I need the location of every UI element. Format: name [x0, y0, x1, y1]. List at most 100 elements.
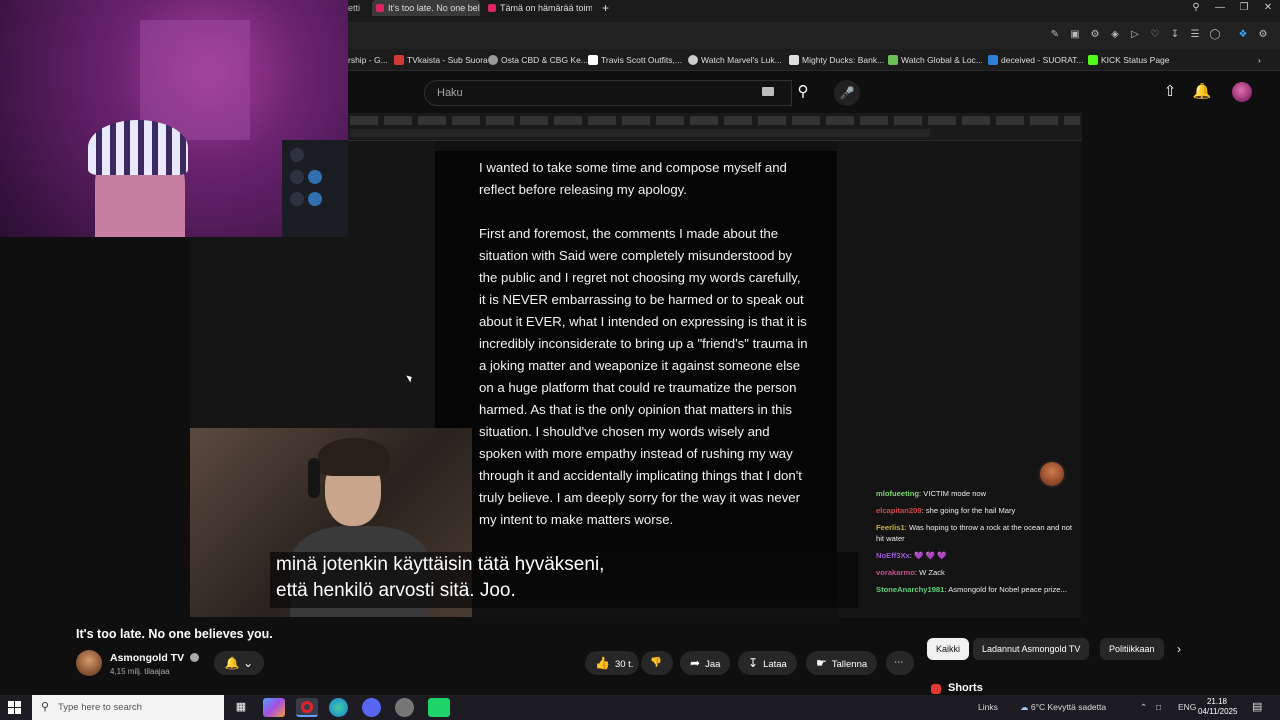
bookmark-item[interactable]: deceived - SUORAT...	[988, 52, 1084, 68]
restore-button[interactable]: ❐	[1232, 0, 1256, 16]
browser-tab-active[interactable]: It's too late. No one belie	[372, 0, 480, 16]
start-quad	[8, 708, 14, 714]
bookmark-item[interactable]: Osta CBD & CBG Ke...	[488, 52, 588, 68]
bookmark-item[interactable]: KICK Status Page	[1088, 52, 1170, 68]
microphone-icon[interactable]: 🎤	[834, 80, 860, 106]
browser-tab[interactable]: Tämä on hämärää toimin	[484, 0, 592, 16]
windows-start-icon[interactable]	[8, 701, 21, 714]
language-indicator[interactable]: ENG	[1178, 695, 1196, 720]
edge-app-icon[interactable]	[329, 698, 348, 717]
weather-widget[interactable]: ☁ 6°C Kevyttä sadetta	[1020, 695, 1106, 720]
extension-icon[interactable]: ◈	[1108, 28, 1122, 42]
channel-name[interactable]: Asmongold TV	[110, 652, 184, 664]
video-title: It's too late. No one believes you.	[76, 627, 273, 641]
save-button[interactable]: ☛ Tallenna	[806, 651, 878, 675]
browser-tab-strip: etti It's too late. No one belie Tämä on…	[348, 0, 1280, 22]
notifications-bell-icon[interactable]: 🔔	[1192, 82, 1212, 102]
shorts-heading: Shorts	[948, 682, 983, 694]
channel-watermark-avatar[interactable]	[1038, 460, 1066, 488]
search-tabs-icon[interactable]: ⚲	[1184, 0, 1208, 16]
apology-text: I wanted to take some time and compose m…	[479, 157, 809, 531]
bookmark-favicon-icon	[488, 55, 498, 65]
favorites-icon[interactable]: ♡	[1148, 28, 1162, 42]
apology-document: I wanted to take some time and compose m…	[435, 151, 837, 601]
chip-channel[interactable]: Ladannut Asmongold TV	[973, 638, 1090, 660]
tab-title: Tämä on hämärää toimin	[500, 3, 592, 13]
clock[interactable]: 21.18 04/11/2025	[1198, 697, 1237, 717]
bookmark-favicon-icon	[1088, 55, 1098, 65]
screenshot-icon[interactable]: ▣	[1068, 28, 1082, 42]
bookmark-favicon-icon	[394, 55, 404, 65]
notification-bell-button[interactable]: 🔔 ⌄	[214, 651, 264, 675]
bookmark-item[interactable]: Travis Scott Outfits,...	[588, 52, 682, 68]
new-tab-button[interactable]: +	[602, 0, 616, 16]
copilot-icon[interactable]: ❖	[1236, 28, 1250, 42]
cloud-rain-icon: ☁	[1020, 702, 1029, 712]
knob-icon	[290, 148, 304, 162]
chat-message: vorakarmo: W Zack	[876, 568, 945, 577]
subscriber-count: 4,15 milj. tilaajaa	[110, 667, 170, 676]
paragraph: I wanted to take some time and compose m…	[479, 160, 787, 197]
start-quad	[8, 701, 14, 707]
chevron-right-icon[interactable]: ›	[1168, 638, 1190, 660]
app-icon[interactable]	[395, 698, 414, 717]
edit-icon[interactable]: ✎	[1048, 28, 1062, 42]
taskbar-search-input[interactable]: ⚲ Type here to search	[32, 695, 224, 720]
dislike-button[interactable]: 👎	[641, 651, 673, 675]
lock-icon[interactable]: ◯	[1208, 28, 1222, 42]
chip-politics[interactable]: Politiikkaan	[1100, 638, 1164, 660]
network-icon[interactable]: □	[1156, 695, 1161, 720]
browser-tab[interactable]: etti	[348, 0, 368, 16]
bookmark-item[interactable]: rship - G...	[348, 52, 388, 68]
windows-taskbar: ⚲ Type here to search ▦ Links ☁ 6°C Kevy…	[0, 695, 1280, 720]
share-button[interactable]: ➦ Jaa	[680, 651, 731, 675]
headphone-icon	[308, 458, 320, 498]
search-icon[interactable]: ⚲	[788, 80, 818, 106]
account-avatar[interactable]	[1232, 82, 1252, 102]
knob-icon	[290, 192, 304, 206]
download-icon[interactable]: ↧	[1168, 28, 1182, 42]
minimize-button[interactable]: —	[1208, 0, 1232, 16]
menu-icon[interactable]: ☰	[1188, 28, 1202, 42]
download-button[interactable]: ↧ Lataa	[738, 651, 797, 675]
discord-app-icon[interactable]	[362, 698, 381, 717]
like-button[interactable]: 👍 30 t.	[585, 651, 639, 675]
chip-all[interactable]: Kaikki	[927, 638, 970, 660]
extension-icon[interactable]: ⚙	[1088, 28, 1102, 42]
upload-icon[interactable]: ⇧	[1160, 82, 1180, 102]
webcam-overlay	[0, 0, 348, 237]
knob-icon	[308, 192, 322, 206]
bookmarks-overflow-icon[interactable]: ›	[1258, 52, 1261, 68]
play-icon[interactable]: ▷	[1128, 28, 1142, 42]
links-toolbar[interactable]: Links	[978, 695, 998, 720]
thumbs-up-icon: 👍	[595, 656, 610, 670]
bookmark-favicon-icon	[588, 55, 598, 65]
stream-chat-overlay: mlofueeting: VICTIM mode now elcapitan20…	[876, 488, 1076, 617]
opera-app-icon[interactable]	[296, 698, 318, 717]
bookmark-item[interactable]: TVkaista - Sub Suora	[394, 52, 488, 68]
bookmark-item[interactable]: Mighty Ducks: Bank...	[789, 52, 884, 68]
copilot-app-icon[interactable]	[263, 698, 285, 717]
search-icon: ⚲	[41, 701, 50, 713]
notification-center-icon[interactable]: ▤	[1252, 695, 1262, 720]
subtitle-line: minä jotenkin käyttäisin tätä hyväkseni,	[276, 554, 605, 575]
more-actions-button[interactable]: ⋯	[886, 651, 914, 675]
save-playlist-icon: ☛	[816, 656, 827, 670]
app-icon[interactable]	[428, 698, 450, 717]
webcam-figure	[88, 120, 188, 175]
chat-message: NoEff3Xx: 💜 💜 💜	[876, 551, 947, 560]
settings-icon[interactable]: ⚙	[1256, 28, 1270, 42]
bookmark-favicon-icon	[888, 55, 898, 65]
bookmark-item[interactable]: Watch Global & Loc...	[888, 52, 983, 68]
task-view-icon[interactable]: ▦	[230, 698, 252, 717]
channel-avatar[interactable]	[76, 650, 102, 676]
search-input[interactable]: Haku	[424, 80, 792, 106]
subtitle-line: että henkilö arvosti sitä. Joo.	[276, 580, 516, 601]
paragraph: First and foremost, the comments I made …	[479, 226, 808, 527]
opera-icon	[301, 701, 313, 713]
youtube-favicon-icon	[376, 4, 384, 12]
chevron-up-icon[interactable]: ⌃	[1140, 695, 1147, 720]
keyboard-icon[interactable]	[762, 87, 774, 96]
bookmark-item[interactable]: Watch Marvel's Luk...	[688, 52, 782, 68]
close-window-button[interactable]: ✕	[1256, 0, 1280, 16]
